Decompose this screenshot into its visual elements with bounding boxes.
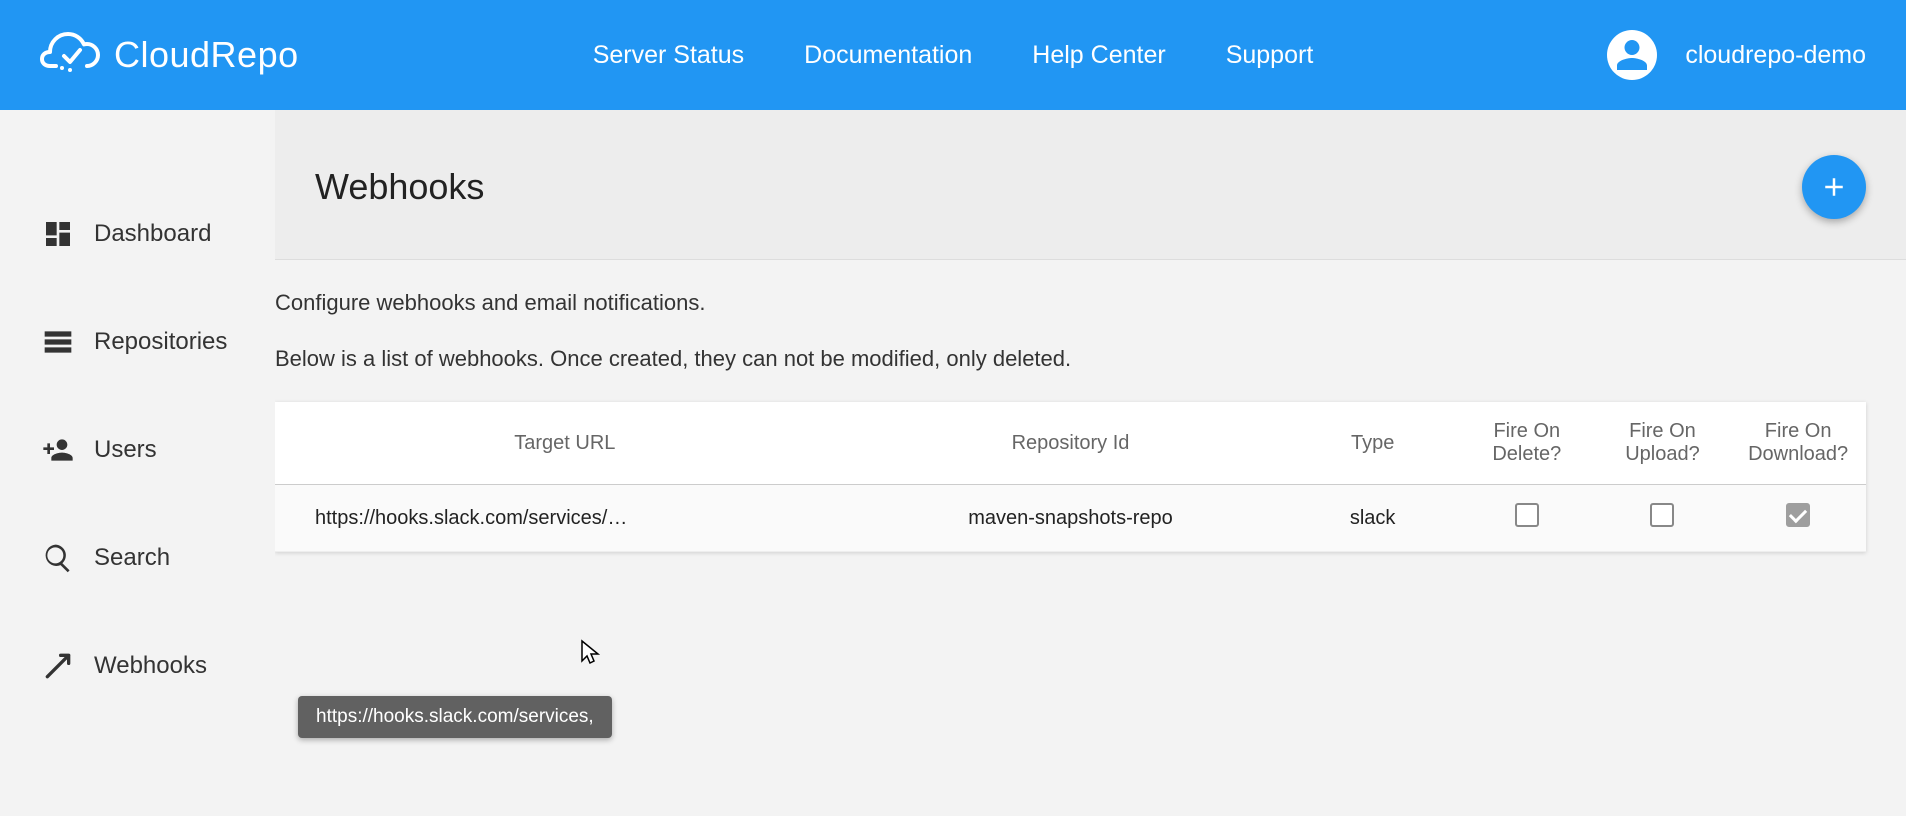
th-type[interactable]: Type (1286, 402, 1459, 485)
cloud-icon (40, 32, 100, 79)
cell-repo-id: maven-snapshots-repo (855, 485, 1287, 552)
sidebar-label: Users (94, 436, 157, 464)
nav-help-center[interactable]: Help Center (1032, 41, 1165, 70)
cell-type: slack (1286, 485, 1459, 552)
page-description: Configure webhooks and email notificatio… (275, 260, 1906, 552)
webhooks-table: Target URL Repository Id Type Fire On De… (275, 402, 1866, 552)
webhooks-icon (40, 650, 76, 682)
sidebar-label: Search (94, 544, 170, 572)
checkbox-fire-delete[interactable] (1515, 503, 1539, 527)
url-tooltip: https://hooks.slack.com/services, (298, 696, 612, 738)
username: cloudrepo-demo (1685, 41, 1866, 70)
cell-fire-upload (1595, 485, 1731, 552)
top-nav: Server Status Documentation Help Center … (299, 41, 1608, 70)
sidebar-label: Webhooks (94, 652, 207, 680)
brand-name: CloudRepo (114, 34, 299, 76)
page-title: Webhooks (315, 166, 484, 208)
sidebar-label: Dashboard (94, 220, 211, 248)
sidebar-item-search[interactable]: Search (0, 504, 275, 612)
nav-support[interactable]: Support (1226, 41, 1314, 70)
table-row[interactable]: https://hooks.slack.com/services/… maven… (275, 485, 1866, 552)
search-icon (40, 542, 76, 574)
th-fire-delete[interactable]: Fire On Delete? (1459, 402, 1595, 485)
desc-line-1: Configure webhooks and email notificatio… (275, 290, 1866, 316)
checkbox-fire-upload[interactable] (1650, 503, 1674, 527)
topbar: CloudRepo Server Status Documentation He… (0, 0, 1906, 110)
dashboard-icon (40, 218, 76, 250)
cell-fire-download (1730, 485, 1866, 552)
user-area[interactable]: cloudrepo-demo (1607, 30, 1866, 80)
page-header: Webhooks (275, 110, 1906, 260)
th-fire-download[interactable]: Fire On Download? (1730, 402, 1866, 485)
add-webhook-button[interactable] (1802, 155, 1866, 219)
table-header-row: Target URL Repository Id Type Fire On De… (275, 402, 1866, 485)
repositories-icon (40, 326, 76, 358)
avatar-icon (1607, 30, 1657, 80)
users-icon (40, 434, 76, 466)
nav-documentation[interactable]: Documentation (804, 41, 972, 70)
sidebar-item-repositories[interactable]: Repositories (0, 288, 275, 396)
th-fire-upload[interactable]: Fire On Upload? (1595, 402, 1731, 485)
sidebar-item-dashboard[interactable]: Dashboard (0, 180, 275, 288)
sidebar-item-webhooks[interactable]: Webhooks (0, 612, 275, 720)
th-repo-id[interactable]: Repository Id (855, 402, 1287, 485)
checkbox-fire-download[interactable] (1786, 503, 1810, 527)
sidebar: Dashboard Repositories Users Search Webh… (0, 110, 275, 816)
cell-fire-delete (1459, 485, 1595, 552)
th-target-url[interactable]: Target URL (275, 402, 855, 485)
plus-icon (1819, 172, 1849, 202)
sidebar-label: Repositories (94, 328, 227, 356)
sidebar-item-users[interactable]: Users (0, 396, 275, 504)
desc-line-2: Below is a list of webhooks. Once create… (275, 346, 1866, 372)
brand-logo[interactable]: CloudRepo (40, 32, 299, 79)
nav-server-status[interactable]: Server Status (593, 41, 744, 70)
cell-target-url: https://hooks.slack.com/services/… (275, 485, 855, 552)
